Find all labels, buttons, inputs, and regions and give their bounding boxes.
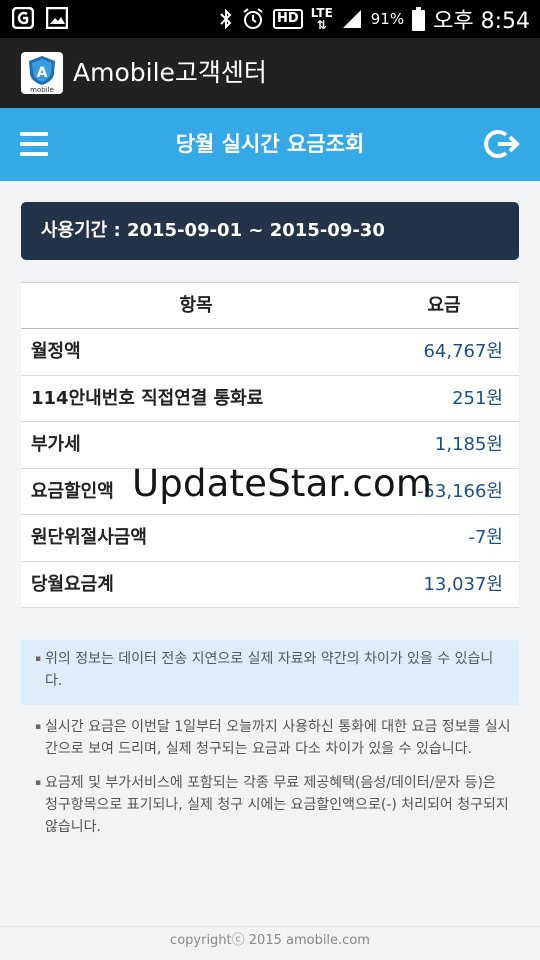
battery-icon — [412, 7, 426, 31]
app-logo-icon: A mobile — [29, 56, 55, 94]
table-header-row: 항목 요금 — [21, 283, 519, 329]
logout-icon[interactable] — [484, 126, 520, 162]
lte-indicator: LTE ⇅ — [310, 6, 333, 32]
column-header-item: 항목 — [179, 295, 213, 316]
table-row: 원단위절사금액 -7원 — [21, 515, 519, 562]
bluetooth-icon — [220, 8, 232, 30]
page-title: 당월 실시간 요금조회 — [175, 132, 365, 156]
alarm-icon — [243, 8, 263, 29]
notification-g-icon — [12, 7, 34, 29]
row-fee: -7원 — [468, 527, 503, 548]
row-fee: 64,767원 — [423, 341, 503, 362]
notice-text: 위의 정보는 데이터 전송 지연으로 실제 자료와 약간의 차이가 있을 수 있… — [35, 648, 507, 692]
watermark: UpdateStar.com — [132, 462, 433, 505]
app-logo: A mobile — [21, 52, 63, 94]
table-row: 114안내번호 직접연결 통화료 251원 — [21, 376, 519, 422]
status-bar: HD LTE ⇅ 91% 오후 8:54 — [0, 0, 540, 38]
table-row: 월정액 64,767원 — [21, 329, 519, 376]
row-item: 부가세 — [31, 434, 81, 455]
row-item: 요금할인액 — [31, 480, 114, 502]
lte-label: LTE — [310, 6, 333, 20]
row-item: 당월요금계 — [31, 573, 114, 595]
footer-copyright: copyrightⓒ 2015 amobile.com — [170, 933, 370, 948]
page-header: 당월 실시간 요금조회 — [0, 108, 540, 181]
usage-period: 사용기간 : 2015-09-01 ~ 2015-09-30 — [41, 220, 385, 241]
row-item: 원단위절사금액 — [31, 527, 147, 548]
fee-table: 항목 요금 월정액 64,767원 114안내번호 직접연결 통화료 251원 … — [21, 282, 519, 608]
table-row: 당월요금계 13,037원 — [21, 562, 519, 608]
note-item: 요금제 및 부가서비스에 포함되는 각종 무료 제공혜택(음성/데이터/문자 등… — [35, 772, 511, 838]
row-item: 114안내번호 직접연결 통화료 — [31, 387, 264, 409]
usage-period-box: 사용기간 : 2015-09-01 ~ 2015-09-30 — [21, 202, 519, 260]
battery-percentage: 91% — [370, 10, 405, 28]
row-fee: 13,037원 — [423, 573, 503, 595]
row-fee: 251원 — [452, 387, 503, 409]
app-logo-letter: A — [37, 65, 48, 81]
notes-list: 실시간 요금은 이번달 1일부터 오늘까지 사용하신 통화에 대한 요금 정보를… — [35, 716, 511, 850]
clock: 오후 8:54 — [433, 9, 530, 34]
app-title: Amobile고객센터 — [73, 58, 267, 87]
notice-box: 위의 정보는 데이터 전송 지연으로 실제 자료와 약간의 차이가 있을 수 있… — [21, 640, 519, 705]
row-fee: 1,185원 — [434, 434, 503, 455]
column-header-fee: 요금 — [427, 295, 461, 316]
app-logo-label: mobile — [30, 86, 54, 94]
row-item: 월정액 — [31, 341, 81, 362]
signal-icon — [342, 10, 361, 28]
hd-voice-icon: HD — [273, 9, 303, 29]
app-title-bar: A mobile Amobile고객센터 — [0, 38, 540, 108]
note-item: 실시간 요금은 이번달 1일부터 오늘까지 사용하신 통화에 대한 요금 정보를… — [35, 716, 511, 760]
image-notification-icon — [46, 7, 68, 29]
